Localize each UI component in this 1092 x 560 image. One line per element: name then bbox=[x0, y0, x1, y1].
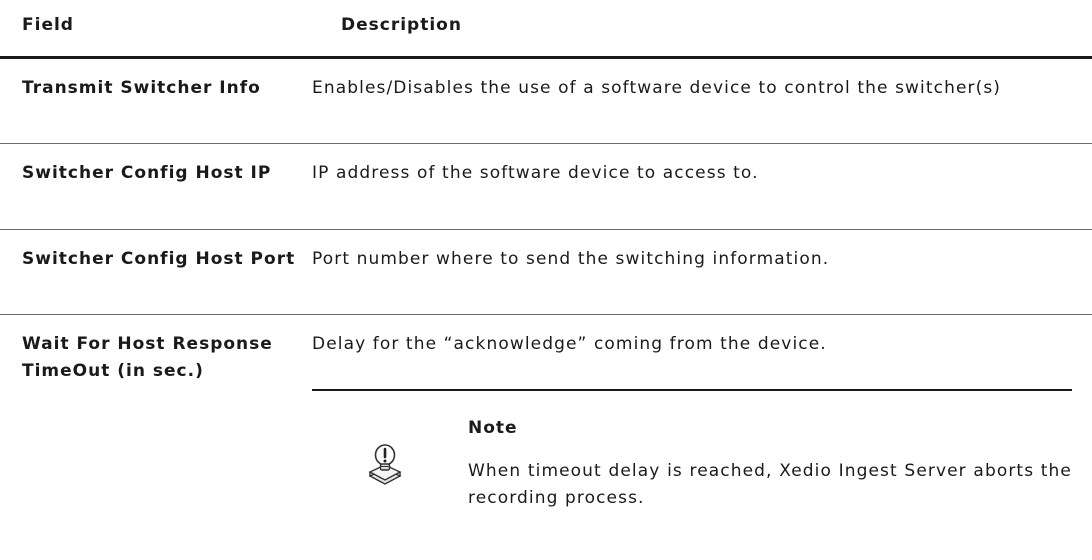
note-title: Note bbox=[468, 418, 518, 438]
note-divider bbox=[312, 389, 1072, 391]
description-wait-for-host-response-timeout: Delay for the “acknowledge” coming from … bbox=[312, 334, 827, 354]
field-switcher-config-host-port: Switcher Config Host Port bbox=[22, 249, 296, 269]
row-divider bbox=[0, 143, 1092, 144]
column-header-field: Field bbox=[22, 15, 74, 35]
description-switcher-config-host-ip: IP address of the software device to acc… bbox=[312, 163, 759, 183]
field-transmit-switcher-info: Transmit Switcher Info bbox=[22, 78, 261, 98]
header-divider bbox=[0, 56, 1092, 59]
description-switcher-config-host-port: Port number where to send the switching … bbox=[312, 249, 830, 269]
note-text: When timeout delay is reached, Xedio Ing… bbox=[468, 461, 1072, 508]
row-divider bbox=[0, 314, 1092, 315]
column-header-description: Description bbox=[341, 15, 462, 35]
row-divider bbox=[0, 229, 1092, 230]
field-switcher-config-host-ip: Switcher Config Host IP bbox=[22, 163, 272, 183]
field-wait-for-host-response-timeout: Wait For Host Response TimeOut (in sec.) bbox=[22, 334, 273, 381]
note-bulb-icon bbox=[364, 442, 406, 490]
description-transmit-switcher-info: Enables/Disables the use of a software d… bbox=[312, 78, 1002, 98]
table-header: Field Description bbox=[0, 0, 1092, 56]
